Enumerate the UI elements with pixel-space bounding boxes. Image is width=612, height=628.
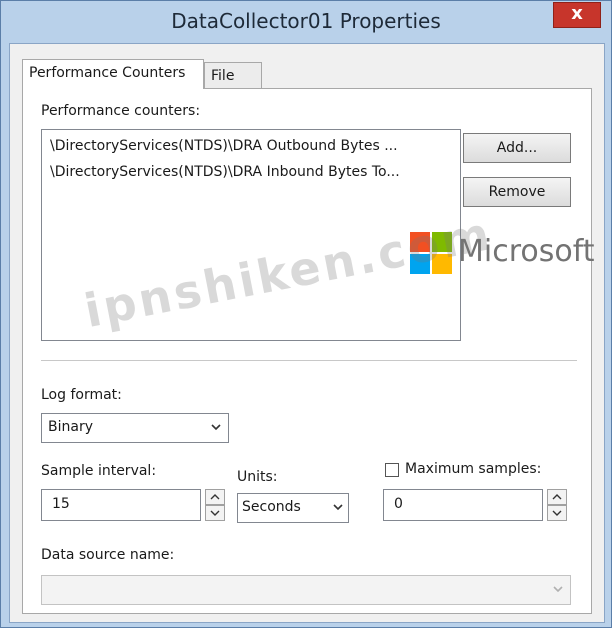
units-select[interactable]: Seconds (237, 493, 349, 523)
maximum-samples-checkbox[interactable] (385, 463, 399, 477)
dialog-title: DataCollector01 Properties (171, 9, 441, 33)
sample-interval-stepper[interactable] (205, 489, 225, 521)
spin-down-button[interactable] (205, 505, 225, 521)
title-bar[interactable]: DataCollector01 Properties x (1, 1, 611, 43)
spin-up-button[interactable] (547, 489, 567, 505)
list-item[interactable]: \DirectoryServices(NTDS)\DRA Inbound Byt… (50, 164, 400, 180)
performance-counters-label: Performance counters: (41, 103, 201, 119)
remove-counter-button[interactable]: Remove (463, 177, 571, 207)
spin-down-button[interactable] (547, 505, 567, 521)
log-format-value: Binary (48, 419, 93, 435)
list-item[interactable]: \DirectoryServices(NTDS)\DRA Outbound By… (50, 138, 398, 154)
chevron-down-icon (333, 504, 343, 511)
separator (41, 360, 577, 361)
chevron-down-icon (211, 424, 221, 431)
log-format-select[interactable]: Binary (41, 413, 229, 443)
maximum-samples-value: 0 (394, 496, 403, 512)
chevron-up-icon (210, 494, 220, 500)
data-source-name-label: Data source name: (41, 547, 175, 563)
sample-interval-value: 15 (52, 496, 70, 512)
sample-interval-label: Sample interval: (41, 463, 157, 479)
maximum-samples-input[interactable]: 0 (383, 489, 543, 521)
tab-performance-counters[interactable]: Performance Counters (22, 59, 204, 89)
chevron-down-icon (553, 586, 563, 593)
maximum-samples-stepper[interactable] (547, 489, 567, 521)
sample-interval-input[interactable]: 15 (41, 489, 201, 521)
chevron-down-icon (552, 510, 562, 516)
maximum-samples-label: Maximum samples: (405, 461, 542, 477)
log-format-label: Log format: (41, 387, 122, 403)
close-button[interactable]: x (553, 2, 601, 28)
units-label: Units: (237, 469, 278, 485)
chevron-up-icon (552, 494, 562, 500)
data-source-name-select (41, 575, 571, 605)
add-counter-button[interactable]: Add... (463, 133, 571, 163)
chevron-down-icon (210, 510, 220, 516)
tab-file[interactable]: File (204, 62, 262, 89)
units-value: Seconds (242, 499, 301, 515)
spin-up-button[interactable] (205, 489, 225, 505)
tab-panel: Performance counters: \DirectoryServices… (22, 88, 592, 614)
